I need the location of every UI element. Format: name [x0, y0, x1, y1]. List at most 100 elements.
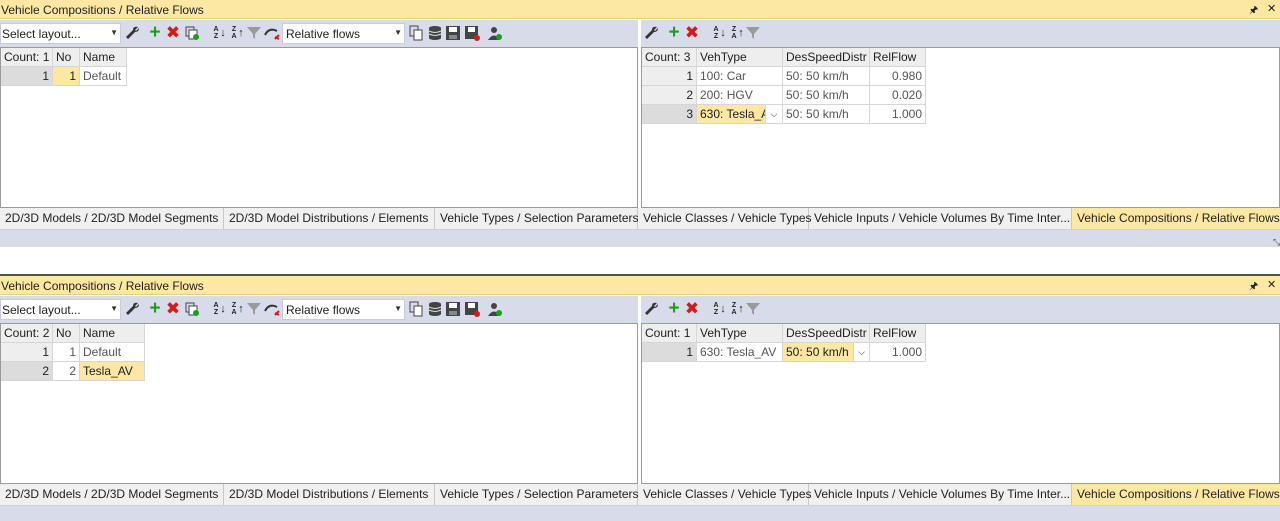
save-as-icon[interactable]	[463, 300, 481, 318]
grid-header-relflow[interactable]: RelFlow	[870, 48, 926, 67]
tab-bar: 2D/3D Models / 2D/3D Model Segments 2D/3…	[0, 208, 1280, 230]
delete-icon[interactable]: ✖	[683, 300, 701, 318]
table-cell-name[interactable]: Tesla_AV	[80, 362, 145, 381]
table-cell-relflow[interactable]: 0.980	[870, 67, 926, 86]
grid-header-desspeeddistr[interactable]: DesSpeedDistr	[783, 324, 870, 343]
save-as-icon[interactable]	[463, 24, 481, 42]
wrench-icon[interactable]	[123, 24, 141, 42]
table-cell-relflow[interactable]: 1.000	[870, 343, 926, 362]
table-cell-vehtype[interactable]: 100: Car	[697, 67, 783, 86]
table-cell-no[interactable]: 1	[53, 343, 80, 362]
copy-icon[interactable]	[407, 300, 425, 318]
grid-header-no[interactable]: No	[53, 324, 80, 343]
table-cell-vehtype[interactable]: 200: HGV	[697, 86, 783, 105]
tab-vehicle-compositions[interactable]: Vehicle Compositions / Relative Flows	[1072, 484, 1280, 505]
right-toolbar: + ✖ AZ ↓ ZA ↑	[641, 296, 1280, 323]
table-row-header[interactable]: 1	[1, 67, 53, 86]
filter-icon[interactable]	[245, 300, 263, 318]
tab-vehicle-types[interactable]: Vehicle Types / Selection Parameters	[435, 484, 639, 505]
tab-2d3d-model-distributions[interactable]: 2D/3D Model Distributions / Elements	[224, 484, 435, 505]
tab-vehicle-types[interactable]: Vehicle Types / Selection Parameters	[435, 208, 639, 229]
table-cell-relflow[interactable]: 1.000	[870, 105, 926, 124]
filter-icon[interactable]	[744, 300, 762, 318]
tab-2d3d-models[interactable]: 2D/3D Models / 2D/3D Model Segments	[0, 484, 224, 505]
table-cell-vehtype-editing[interactable]: 630: Tesla_AV	[697, 105, 766, 124]
table-cell-name[interactable]: Default	[80, 67, 127, 86]
grid-header-name[interactable]: Name	[80, 324, 145, 343]
tab-2d3d-model-distributions[interactable]: 2D/3D Model Distributions / Elements	[224, 208, 435, 229]
relative-flows-combo[interactable]: Relative flows ▼	[282, 299, 405, 320]
pin-icon[interactable]: 🖈	[1249, 279, 1258, 296]
pin-icon[interactable]: 🖈	[1249, 3, 1258, 20]
duplicate-icon[interactable]	[183, 300, 201, 318]
chevron-down-icon: ▼	[394, 304, 402, 313]
grid-header-name[interactable]: Name	[80, 48, 127, 67]
delete-icon[interactable]: ✖	[683, 24, 701, 42]
tab-vehicle-inputs[interactable]: Vehicle Inputs / Vehicle Volumes By Time…	[809, 484, 1072, 505]
add-icon[interactable]: +	[665, 23, 683, 42]
database-icon[interactable]	[426, 24, 444, 42]
user-add-icon[interactable]	[486, 24, 504, 42]
grid-header-count[interactable]: Count: 3	[642, 48, 697, 67]
table-cell-no[interactable]: 2	[53, 362, 80, 381]
add-icon[interactable]: +	[146, 299, 164, 318]
resize-grip-icon[interactable]: ⤡	[1273, 237, 1280, 248]
delete-icon[interactable]: ✖	[164, 24, 182, 42]
user-add-icon[interactable]	[486, 300, 504, 318]
table-row-header[interactable]: 2	[1, 362, 53, 381]
grid-header-count[interactable]: Count: 2	[1, 324, 53, 343]
wrench-icon[interactable]	[123, 300, 141, 318]
table-cell-name[interactable]: Default	[80, 343, 145, 362]
table-row-header[interactable]: 1	[642, 343, 697, 362]
grid-header-no[interactable]: No	[53, 48, 80, 67]
table-cell-desspeed-editing[interactable]: 50: 50 km/h	[783, 343, 854, 362]
close-icon[interactable]: ✕	[1267, 2, 1276, 15]
grid-header-count[interactable]: Count: 1	[642, 324, 697, 343]
grid-header-relflow[interactable]: RelFlow	[870, 324, 926, 343]
copy-icon[interactable]	[407, 24, 425, 42]
select-layout-combo[interactable]: Select layout... ▼	[0, 23, 121, 44]
chevron-down-icon[interactable]: ⌵	[766, 105, 783, 124]
tab-2d3d-models[interactable]: 2D/3D Models / 2D/3D Model Segments	[0, 208, 224, 229]
sync-icon[interactable]	[263, 300, 281, 318]
relative-flows-combo[interactable]: Relative flows ▼	[282, 23, 405, 44]
table-row-header[interactable]: 1	[1, 343, 53, 362]
table-cell-desspeed[interactable]: 50: 50 km/h	[783, 105, 870, 124]
table-row-header[interactable]: 3	[642, 105, 697, 124]
table-cell-relflow[interactable]: 0.020	[870, 86, 926, 105]
save-icon[interactable]	[444, 300, 462, 318]
grid-header-count[interactable]: Count: 1	[1, 48, 53, 67]
grid-header-vehtype[interactable]: VehType	[697, 48, 783, 67]
wrench-icon[interactable]	[642, 24, 660, 42]
table-cell-desspeed[interactable]: 50: 50 km/h	[783, 67, 870, 86]
add-icon[interactable]: +	[146, 23, 164, 42]
table-cell-no[interactable]: 1	[53, 67, 80, 86]
table-row-header[interactable]: 2	[642, 86, 697, 105]
sync-icon[interactable]	[263, 24, 281, 42]
compositions-grid: Count: 2 No Name 1 1 Default 2 2 Tesla_A…	[0, 323, 638, 484]
compositions-grid: Count: 1 No Name 1 1 Default	[0, 47, 638, 208]
filter-icon[interactable]	[245, 24, 263, 42]
chevron-down-icon[interactable]: ⌵	[854, 343, 870, 362]
tab-vehicle-classes[interactable]: Vehicle Classes / Vehicle Types	[638, 208, 812, 229]
tab-vehicle-inputs[interactable]: Vehicle Inputs / Vehicle Volumes By Time…	[809, 208, 1072, 229]
database-icon[interactable]	[426, 300, 444, 318]
left-toolbar: Select layout... ▼ + ✖ AZ ↓ ZA ↑ Relativ…	[0, 20, 638, 47]
add-icon[interactable]: +	[665, 299, 683, 318]
filter-icon[interactable]	[744, 24, 762, 42]
right-toolbar: + ✖ AZ ↓ ZA ↑	[641, 20, 1280, 47]
tab-vehicle-classes[interactable]: Vehicle Classes / Vehicle Types	[638, 484, 812, 505]
table-row-header[interactable]: 1	[642, 67, 697, 86]
save-icon[interactable]	[444, 24, 462, 42]
select-layout-combo[interactable]: Select layout... ▼	[0, 299, 121, 320]
panel-title: Vehicle Compositions / Relative Flows	[1, 279, 204, 293]
grid-header-desspeeddistr[interactable]: DesSpeedDistr	[783, 48, 870, 67]
tab-vehicle-compositions[interactable]: Vehicle Compositions / Relative Flows	[1072, 208, 1280, 229]
table-cell-desspeed[interactable]: 50: 50 km/h	[783, 86, 870, 105]
close-icon[interactable]: ✕	[1267, 278, 1276, 291]
wrench-icon[interactable]	[642, 300, 660, 318]
duplicate-icon[interactable]	[183, 24, 201, 42]
delete-icon[interactable]: ✖	[164, 300, 182, 318]
table-cell-vehtype[interactable]: 630: Tesla_AV	[697, 343, 783, 362]
grid-header-vehtype[interactable]: VehType	[697, 324, 783, 343]
